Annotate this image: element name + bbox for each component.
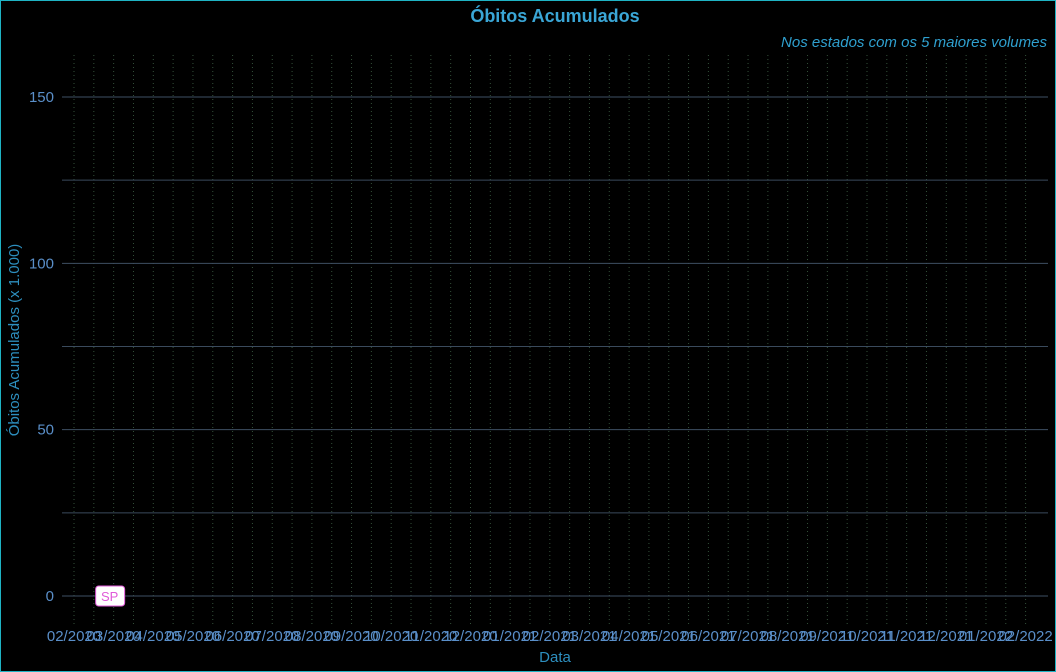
y-tick-label: 0 xyxy=(46,588,54,605)
horizontal-gridlines xyxy=(62,96,1048,597)
y-tick-label: 100 xyxy=(29,255,54,272)
series-layer: SP xyxy=(95,585,126,607)
vertical-gridlines xyxy=(73,55,1027,626)
x-axis-label: Data xyxy=(539,649,571,666)
chart-svg: 0 50 100 150 02/202003/202004/202005/202006… xyxy=(6,5,1053,666)
y-tick-label: 50 xyxy=(37,422,54,439)
x-tick-label: 02/2022 xyxy=(998,628,1052,645)
y-tick-label: 150 xyxy=(29,89,54,106)
chart-subtitle: Nos estados com os 5 maiores volumes xyxy=(781,34,1047,51)
chart-title: Óbitos Acumulados xyxy=(470,5,639,26)
y-axis-label: Óbitos Acumulados (x 1.000) xyxy=(6,244,23,437)
y-axis-ticks: 0 50 100 150 xyxy=(29,89,54,605)
series-label: SP xyxy=(101,589,118,604)
x-axis-ticks: 02/202003/202004/202005/202006/202007/20… xyxy=(47,628,1053,645)
